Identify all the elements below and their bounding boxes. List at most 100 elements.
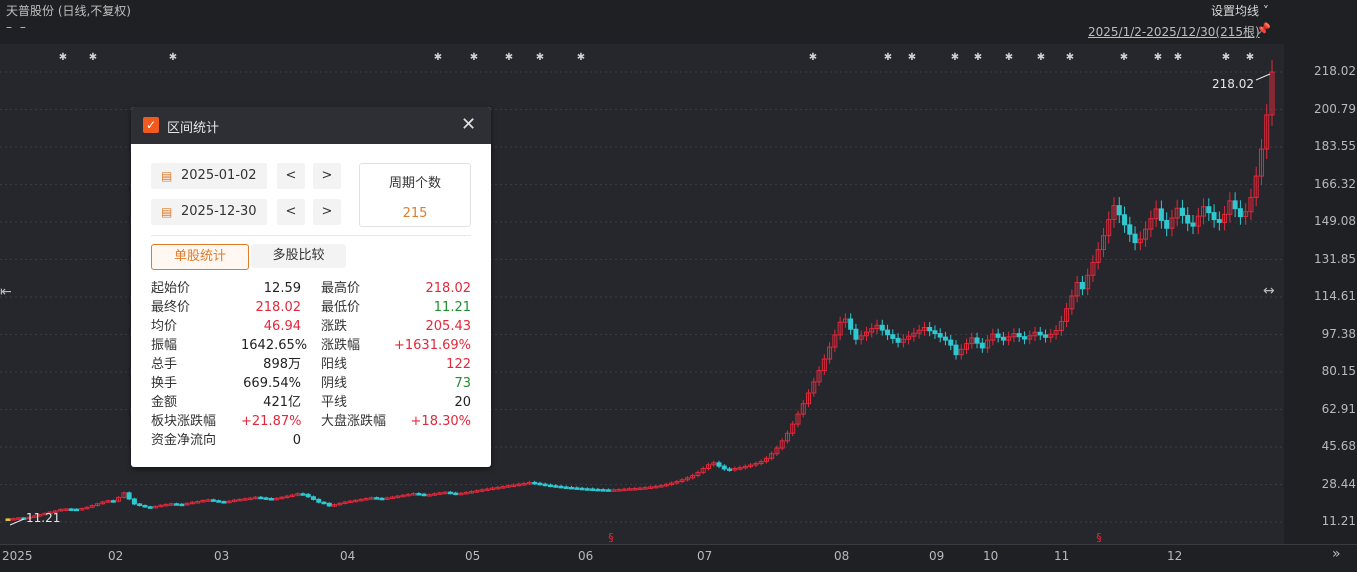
candle-body: [553, 485, 559, 488]
resize-horizontal-icon[interactable]: ↔: [1263, 283, 1275, 299]
candle-body: [595, 488, 601, 492]
stat-value: 46.94: [263, 319, 301, 334]
x-axis-tick-label: 10: [983, 549, 999, 563]
checkbox-icon[interactable]: ✓: [143, 117, 159, 133]
x-axis-tick-label: 05: [465, 549, 481, 563]
event-marker-icon: ✱: [434, 52, 442, 63]
candle-body: [1000, 336, 1006, 341]
event-marker-icon: ✱: [1154, 52, 1162, 63]
candle-body: [137, 503, 143, 506]
tab-single-stock[interactable]: 单股统计: [151, 244, 249, 270]
stat-value: 205.43: [425, 319, 472, 334]
candle-body: [1211, 212, 1217, 221]
candle-body: [547, 484, 553, 488]
candle-body: [1185, 214, 1191, 224]
candle-body: [1164, 219, 1170, 229]
candle-body: [885, 329, 891, 336]
candle-body: [174, 503, 180, 506]
candle-body: [1190, 222, 1196, 227]
candle-body: [374, 497, 380, 500]
event-marker-icon: ✱: [884, 52, 892, 63]
start-date-field[interactable]: ▤ 2025-01-02: [151, 163, 267, 189]
x-axis-tick-label: 02: [108, 549, 124, 563]
stat-value: 20: [454, 395, 471, 410]
candle-body: [1016, 333, 1022, 338]
end-prev-button[interactable]: <: [277, 199, 305, 225]
x-axis-tick-label: 11: [1054, 549, 1070, 563]
candle-body: [1158, 208, 1164, 221]
candle-body: [421, 493, 427, 497]
start-prev-button[interactable]: <: [277, 163, 305, 189]
stat-label: 最终价: [151, 300, 191, 315]
candle-body: [416, 493, 422, 496]
y-axis-tick-label: 183.55: [1314, 139, 1356, 153]
candle-body: [890, 334, 896, 339]
event-marker-icon: ✱: [1005, 52, 1013, 63]
stat-value: +18.30%: [410, 414, 471, 429]
candle-body: [574, 487, 580, 490]
y-axis-tick-label: 28.44: [1321, 476, 1356, 491]
stat-label: 均价: [151, 319, 178, 334]
range-stats-dialog: ✓ 区间统计 ✕ ▤ 2025-01-02 < > ▤ 2025-12-30 <…: [131, 107, 491, 467]
candle-body: [1179, 207, 1185, 216]
y-axis-tick-label: 45.68: [1321, 439, 1356, 453]
period-count-label: 周期个数: [388, 176, 441, 191]
stat-label: 金额: [151, 395, 178, 410]
end-date-value: 2025-12-30: [181, 204, 257, 219]
stat-label: 板块涨跌幅: [151, 414, 217, 429]
candle-body: [542, 483, 548, 487]
candle-body: [216, 500, 222, 503]
candle-body: [147, 506, 153, 509]
min-price-label: 11.21: [26, 511, 60, 525]
candle-body: [727, 468, 733, 471]
candle-body: [221, 501, 227, 504]
period-count-box: 周期个数 215: [359, 163, 471, 227]
candle-body: [584, 488, 590, 491]
stat-label: 起始价: [151, 281, 191, 296]
event-marker-icon: ✱: [1174, 52, 1182, 63]
tab-multi-stock[interactable]: 多股比较: [251, 244, 346, 268]
event-marker-icon: ✱: [59, 52, 67, 63]
event-marker-icon: ✱: [908, 52, 916, 63]
candle-body: [142, 504, 148, 508]
candle-body: [569, 486, 575, 490]
calendar-icon: ▤: [161, 205, 173, 219]
candle-body: [1237, 208, 1243, 218]
end-next-button[interactable]: >: [313, 199, 341, 225]
stat-value: +1631.69%: [393, 338, 471, 353]
candle-body: [300, 493, 306, 496]
event-marker-icon: ✱: [470, 52, 478, 63]
stat-value: 218.02: [425, 281, 472, 296]
close-icon[interactable]: ✕: [461, 114, 476, 135]
stat-value: 1642.65%: [241, 338, 308, 353]
event-marker-icon: ✱: [169, 52, 177, 63]
event-marker-icon: ✱: [951, 52, 959, 63]
dialog-title: 区间统计: [167, 121, 220, 136]
event-marker-icon: ✱: [577, 52, 585, 63]
candle-body: [210, 499, 216, 502]
scroll-left-arrow-icon[interactable]: ⇤: [0, 284, 12, 300]
candle-body: [937, 333, 943, 338]
max-price-pointer: [1255, 73, 1271, 81]
candle-body: [942, 336, 948, 341]
start-next-button[interactable]: >: [313, 163, 341, 189]
candle-body: [932, 330, 938, 335]
candle-body: [1122, 214, 1128, 226]
candle-body: [590, 488, 596, 491]
candle-body: [879, 324, 885, 331]
start-date-value: 2025-01-02: [181, 168, 257, 183]
candle-body: [5, 518, 11, 521]
event-marker-icon: ✱: [1066, 52, 1074, 63]
event-marker-icon: ✱: [89, 52, 97, 63]
y-axis-tick-label: 80.15: [1321, 364, 1356, 378]
x-axis-tick-label: 08: [834, 549, 850, 563]
candle-body: [579, 487, 585, 491]
event-marker-icon: ✱: [974, 52, 982, 63]
stat-value: 898万: [263, 357, 301, 372]
candle-body: [73, 508, 79, 512]
end-date-field[interactable]: ▤ 2025-12-30: [151, 199, 267, 225]
stat-label: 资金净流向: [151, 433, 217, 448]
stat-value: 421亿: [263, 395, 301, 410]
x-axis-tick-label: 03: [214, 549, 230, 563]
scroll-end-icon[interactable]: »: [1332, 546, 1341, 562]
